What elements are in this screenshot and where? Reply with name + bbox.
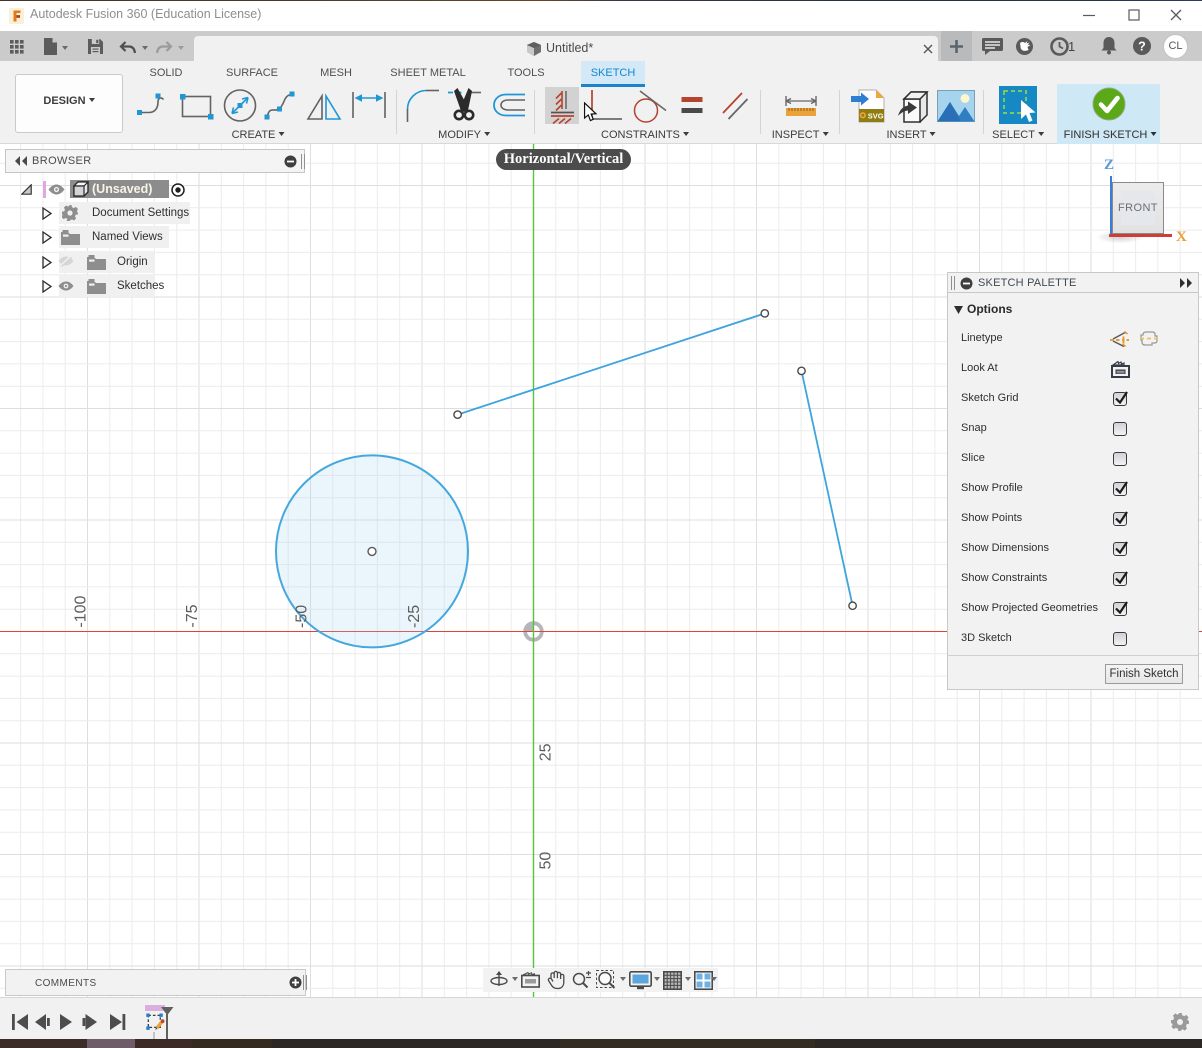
svg-text:-75: -75 <box>184 604 201 627</box>
svg-text:50: 50 <box>538 852 555 870</box>
svg-text:SVG: SVG <box>868 111 884 120</box>
svg-text:-25: -25 <box>406 605 423 628</box>
svg-text:-50: -50 <box>293 605 310 628</box>
svg-text:-100: -100 <box>72 595 89 627</box>
svg-text:?: ? <box>1138 40 1146 54</box>
svg-text:25: 25 <box>538 743 555 761</box>
